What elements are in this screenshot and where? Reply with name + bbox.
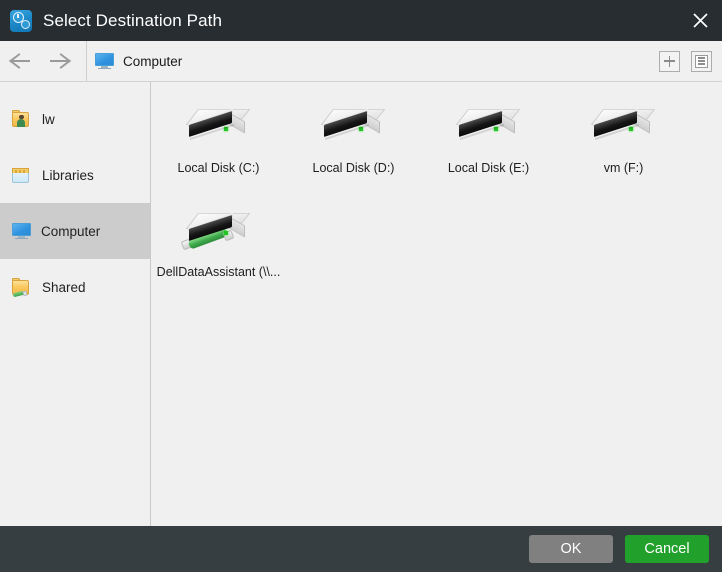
sidebar-item-label: lw bbox=[42, 111, 55, 127]
drive-label: Local Disk (C:) bbox=[177, 161, 260, 175]
sidebar-item-computer[interactable]: Computer bbox=[0, 203, 150, 259]
hard-drive-icon bbox=[317, 100, 391, 152]
drive-label: DellDataAssistant (\\... bbox=[156, 265, 281, 279]
drive-tile[interactable]: vm (F:) bbox=[556, 94, 691, 198]
drive-tile[interactable]: Local Disk (C:) bbox=[151, 94, 286, 198]
toolbar-actions bbox=[659, 50, 712, 72]
dialog-footer: OK Cancel bbox=[0, 526, 722, 572]
computer-monitor-icon bbox=[12, 223, 31, 239]
network-drive-tile[interactable]: DellDataAssistant (\\... bbox=[151, 198, 286, 302]
list-view-icon[interactable] bbox=[691, 50, 712, 72]
drive-tile[interactable]: Local Disk (D:) bbox=[286, 94, 421, 198]
breadcrumb[interactable]: Computer bbox=[95, 53, 182, 69]
close-icon[interactable] bbox=[678, 0, 722, 41]
hard-drive-icon bbox=[452, 100, 526, 152]
libraries-folder-icon bbox=[12, 166, 32, 184]
sidebar-item-lw[interactable]: lw bbox=[0, 91, 150, 147]
sidebar: lw Libraries Computer Shared bbox=[0, 82, 151, 526]
navigation-toolbar: Computer bbox=[0, 41, 722, 82]
sidebar-item-label: Libraries bbox=[42, 167, 94, 183]
sidebar-item-libraries[interactable]: Libraries bbox=[0, 147, 150, 203]
computer-monitor-icon bbox=[95, 53, 114, 69]
hard-drive-icon bbox=[182, 100, 256, 152]
network-drive-icon bbox=[180, 204, 256, 256]
ok-button[interactable]: OK bbox=[529, 535, 613, 563]
sidebar-item-shared[interactable]: Shared bbox=[0, 259, 150, 315]
breadcrumb-label: Computer bbox=[123, 53, 183, 69]
window-title: Select Destination Path bbox=[43, 10, 223, 30]
dialog-body: lw Libraries Computer Shared Local Disk … bbox=[0, 82, 722, 526]
drive-label: vm (F:) bbox=[603, 161, 644, 175]
clock-gear-icon bbox=[10, 9, 32, 32]
arrow-left-icon[interactable] bbox=[0, 41, 40, 81]
arrow-right-icon[interactable] bbox=[40, 41, 80, 81]
sidebar-item-label: Shared bbox=[42, 279, 86, 295]
file-list-panel[interactable]: Local Disk (C:) Local Disk (D:) Local Di… bbox=[151, 82, 722, 526]
select-destination-path-dialog: Select Destination Path Computer lw Libr… bbox=[0, 0, 722, 572]
hard-drive-icon bbox=[587, 100, 661, 152]
drive-label: Local Disk (E:) bbox=[447, 161, 530, 175]
toolbar-divider bbox=[86, 41, 87, 81]
drive-tile[interactable]: Local Disk (E:) bbox=[421, 94, 556, 198]
title-bar: Select Destination Path bbox=[0, 0, 722, 41]
drive-label: Local Disk (D:) bbox=[312, 161, 395, 175]
cancel-button[interactable]: Cancel bbox=[625, 535, 709, 563]
shared-folder-icon bbox=[12, 278, 32, 298]
sidebar-item-label: Computer bbox=[41, 223, 101, 239]
plus-icon[interactable] bbox=[659, 50, 680, 72]
user-folder-icon bbox=[12, 110, 32, 128]
